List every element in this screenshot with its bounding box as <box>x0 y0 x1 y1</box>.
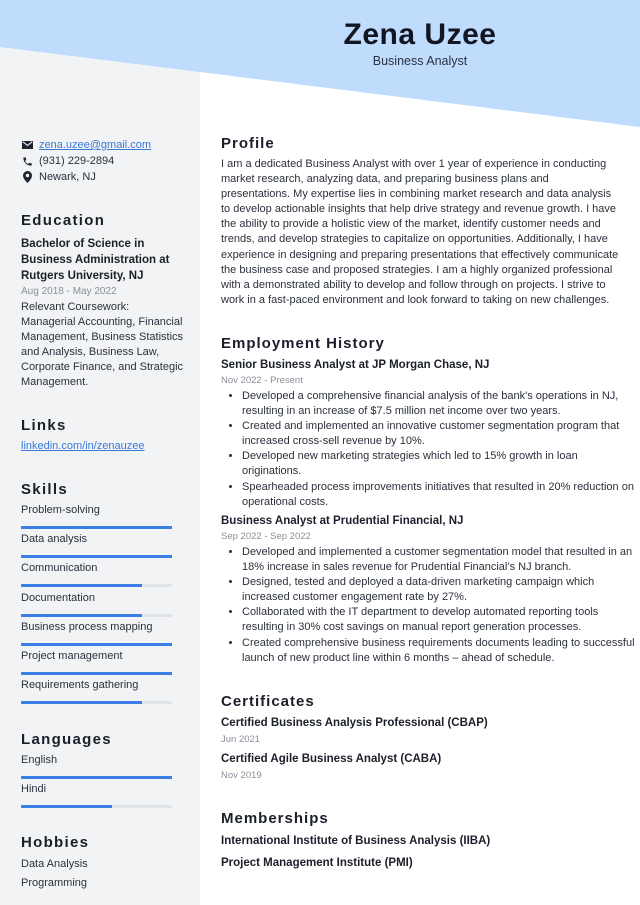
coursework-line: Management. <box>21 376 89 388</box>
memberships-heading: Memberships <box>221 810 329 827</box>
education-dates: Aug 2018 - May 2022 <box>21 286 117 297</box>
profile-text: I am a dedicated Business Analyst with o… <box>221 158 619 306</box>
language-level-fill <box>21 776 172 779</box>
coursework-line: Relevant Coursework: <box>21 301 130 313</box>
skill-level-bar <box>21 555 172 559</box>
hobby-item: Data Analysis <box>21 858 88 870</box>
skill-level-bar <box>21 526 172 529</box>
skill-label: Problem-solving <box>21 504 100 516</box>
employment-heading: Employment History <box>221 335 385 352</box>
skill-label: Data analysis <box>21 533 88 546</box>
candidate-name: Zena Uzee <box>343 18 497 51</box>
skill-item: Business process mapping <box>21 620 172 646</box>
degree-line: Business Administration at <box>21 254 170 266</box>
job-bullet: Collaborated with the IT department to d… <box>242 605 640 635</box>
skill-level-bar <box>21 584 172 588</box>
email-link[interactable]: zena.uzee@gmail.com <box>39 139 151 151</box>
skills-heading: Skills <box>21 481 68 498</box>
language-label: Hindi <box>21 783 47 796</box>
membership-item: International Institute of Business Anal… <box>221 835 491 847</box>
skill-level-fill <box>21 672 172 675</box>
skill-item: Requirements gathering <box>21 679 172 705</box>
sidebar-background <box>0 0 200 905</box>
skill-level-bar <box>21 701 172 705</box>
contact-email[interactable]: zena.uzee@gmail.com <box>21 139 151 151</box>
candidate-role: Business Analyst <box>372 54 468 68</box>
language-item: English <box>21 754 172 779</box>
skill-level-fill <box>21 526 172 529</box>
skill-level-fill <box>21 701 142 705</box>
degree-line: Rutgers University, NJ <box>21 270 144 282</box>
skill-level-bar <box>21 642 172 646</box>
language-level-bar <box>21 805 172 809</box>
job-bullet: Developed and implemented a customer seg… <box>242 545 640 575</box>
skill-level-bar <box>21 613 172 617</box>
hobbies-heading: Hobbies <box>21 834 90 851</box>
job-bullet: Designed, tested and deployed a data-dri… <box>242 575 640 605</box>
job-bullets: Developed and implemented a customer seg… <box>221 545 640 666</box>
profile-heading: Profile <box>221 135 275 152</box>
membership-item: Project Management Institute (PMI) <box>221 857 413 869</box>
linkedin-link[interactable]: linkedin.com/in/zenauzee <box>21 440 145 452</box>
certificate-date: Nov 2019 <box>221 770 262 781</box>
job-bullet: Spearheaded process improvements initiat… <box>242 480 640 510</box>
job-bullet: Created comprehensive business requireme… <box>242 636 640 666</box>
certificates-heading: Certificates <box>221 693 315 710</box>
coursework-line: Corporate Finance, and Strategic <box>21 361 184 373</box>
skill-item: Documentation <box>21 591 172 617</box>
job-title: Business Analyst at Prudential Financial… <box>221 515 464 527</box>
skill-label: Requirements gathering <box>21 679 139 692</box>
phone-icon <box>21 156 33 167</box>
contact-phone: (931) 229-2894 <box>21 155 114 167</box>
skill-level-fill <box>21 584 142 588</box>
skill-level-fill <box>21 642 172 646</box>
language-level-fill <box>21 805 112 809</box>
skill-level-bar <box>21 672 172 675</box>
job-dates: Sep 2022 - Sep 2022 <box>221 531 311 542</box>
job-bullet: Developed new marketing strategies which… <box>242 449 640 479</box>
location-text: Newark, NJ <box>39 171 96 183</box>
language-item: Hindi <box>21 783 172 809</box>
languages-heading: Languages <box>21 731 112 748</box>
certificate-name: Certified Business Analysis Professional… <box>221 717 488 729</box>
skill-label: Project management <box>21 650 123 662</box>
skill-label: Business process mapping <box>21 620 153 633</box>
phone-text: (931) 229-2894 <box>39 155 115 167</box>
language-level-bar <box>21 776 172 779</box>
skill-level-fill <box>21 613 142 617</box>
job-bullet: Created and implemented an innovative cu… <box>242 419 640 449</box>
degree-line: Bachelor of Science in <box>21 238 145 250</box>
education-degree: Bachelor of Science in Business Administ… <box>21 236 169 284</box>
skill-label: Communication <box>21 562 98 575</box>
certificate-name: Certified Agile Business Analyst (CABA) <box>221 753 442 765</box>
skill-item: Communication <box>21 562 172 588</box>
envelope-icon <box>21 141 33 149</box>
job-bullets: Developed a comprehensive financial anal… <box>221 389 640 510</box>
coursework-line: Managerial Accounting, Financial <box>21 316 183 328</box>
coursework-line: Management, Business Statistics <box>21 331 184 343</box>
links-heading: Links <box>21 417 67 434</box>
certificate-date: Jun 2021 <box>221 734 261 745</box>
skill-item: Data analysis <box>21 533 172 559</box>
job-bullet: Developed a comprehensive financial anal… <box>242 389 640 419</box>
job-dates: Nov 2022 - Present <box>221 375 303 386</box>
job-title: Senior Business Analyst at JP Morgan Cha… <box>221 359 490 371</box>
map-pin-icon <box>21 171 33 183</box>
coursework-line: and Analysis, Business Law, <box>21 346 160 358</box>
education-coursework: Relevant Coursework: Managerial Accounti… <box>21 300 186 390</box>
skill-item: Project management <box>21 650 172 675</box>
skill-item: Problem-solving <box>21 504 172 529</box>
hobby-item: Programming <box>21 877 88 889</box>
skill-level-fill <box>21 555 172 559</box>
contact-location: Newark, NJ <box>21 171 96 183</box>
language-label: English <box>21 754 58 766</box>
skill-label: Documentation <box>21 591 95 604</box>
education-heading: Education <box>21 212 106 229</box>
